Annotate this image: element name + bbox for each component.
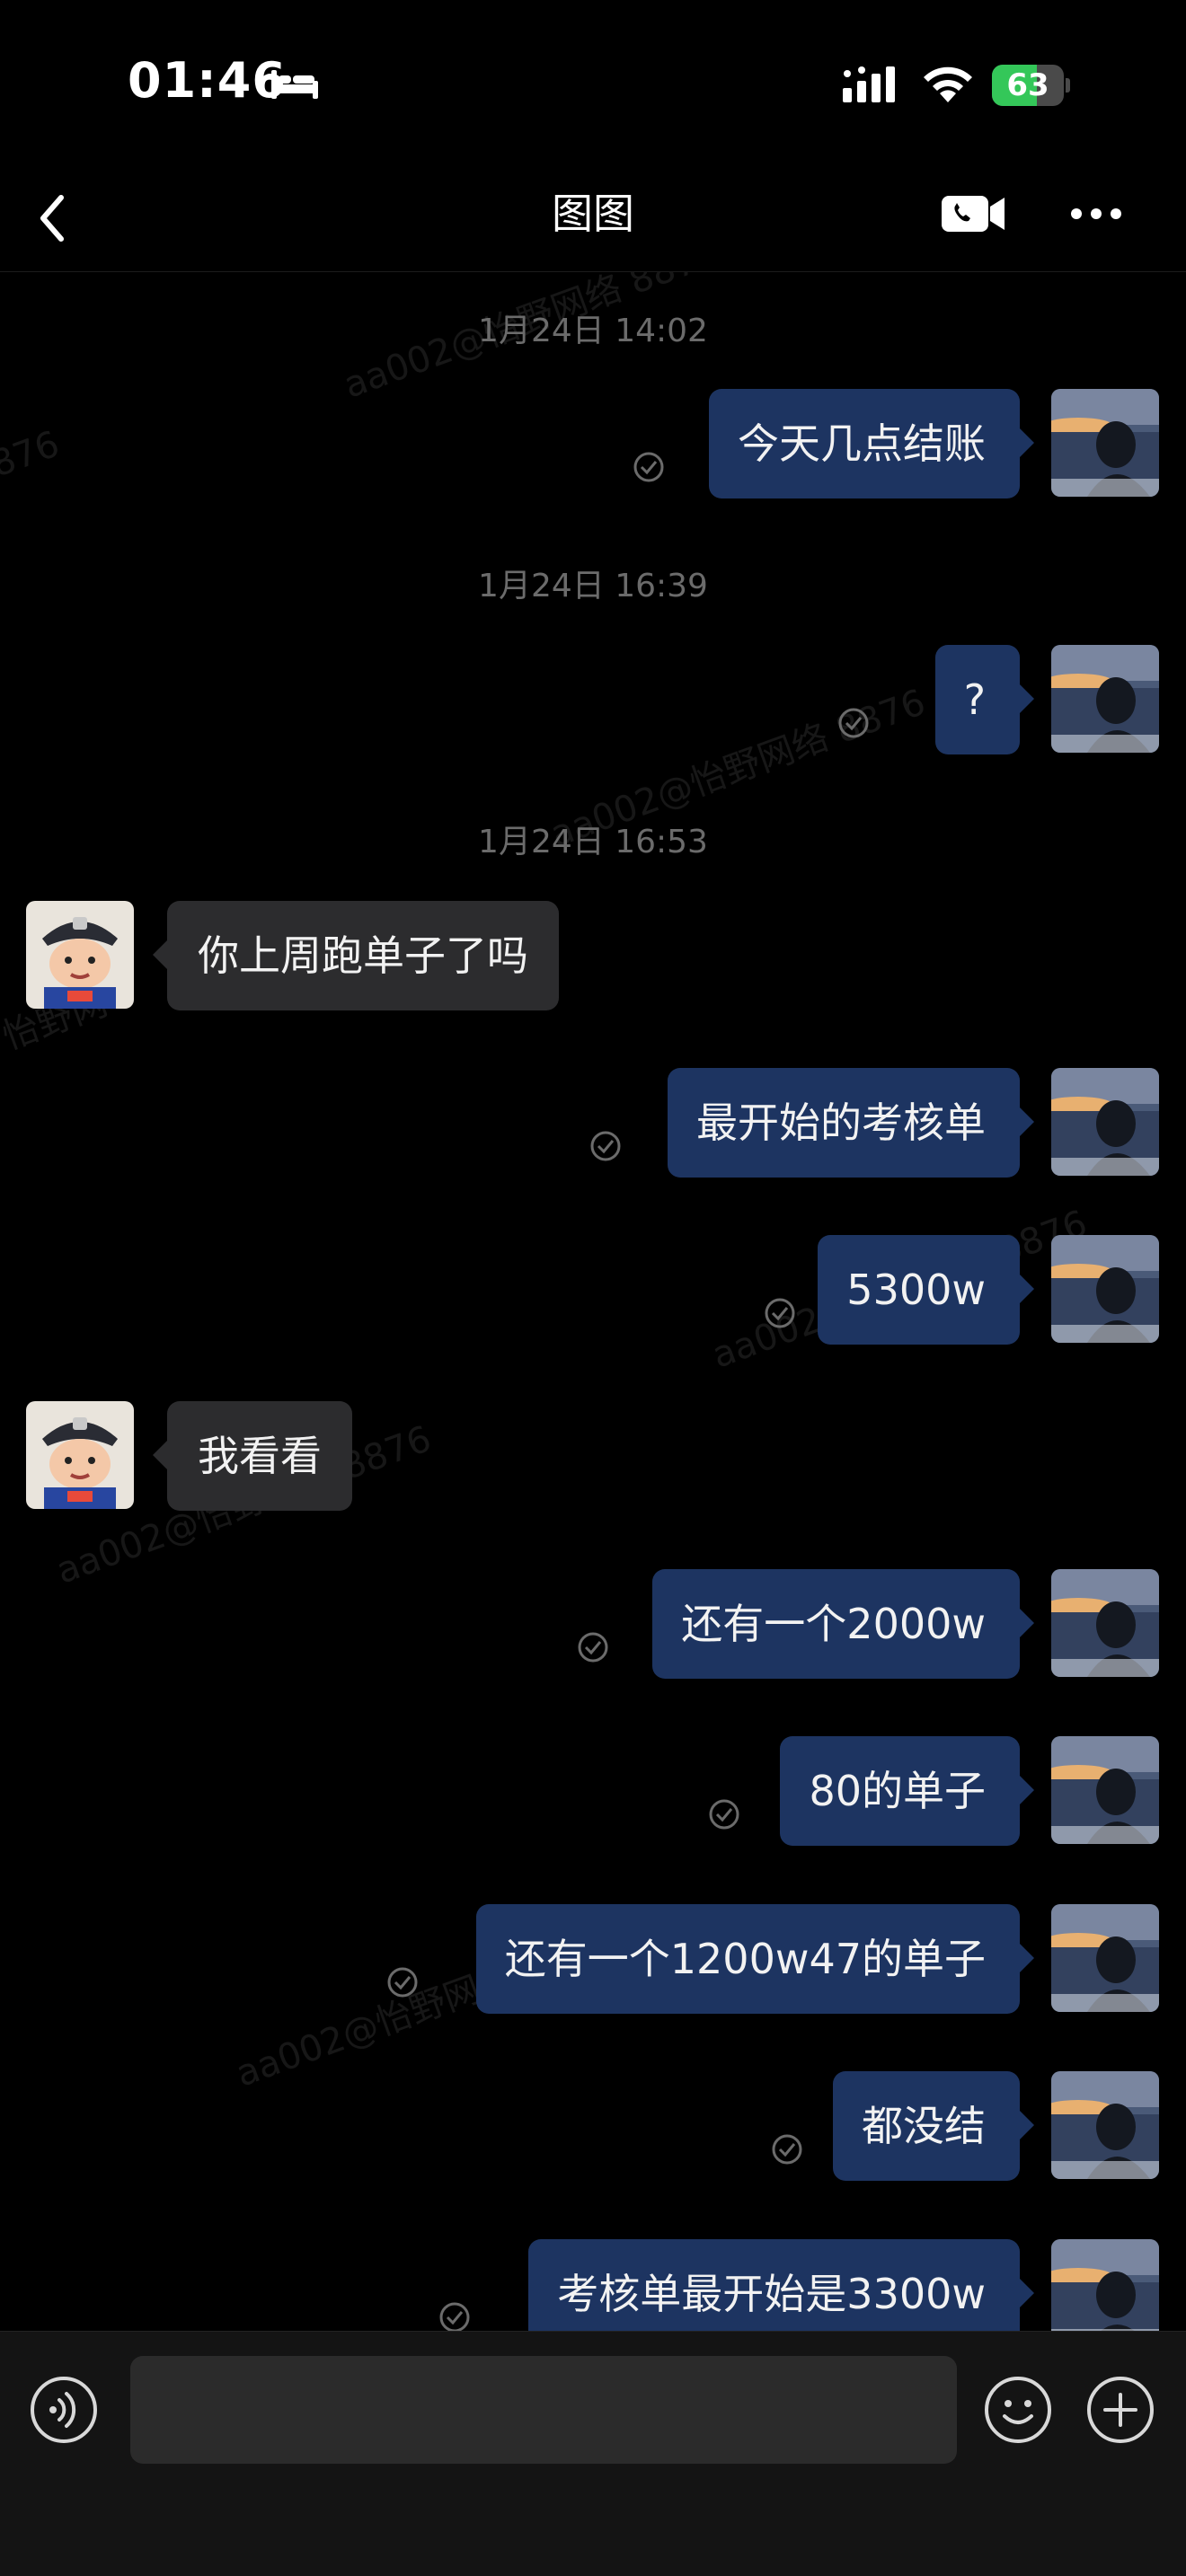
avatar-me[interactable] [1051, 1569, 1159, 1677]
bed-icon [271, 70, 318, 99]
chat-header: 图图 [0, 171, 1186, 272]
signal-icon [843, 66, 895, 102]
message-bubble-sent[interactable]: 还有一个1200w47的单子 [475, 1904, 1035, 2014]
read-receipt-icon [633, 452, 664, 482]
battery-charging-icon: 63 [992, 65, 1070, 106]
sunset-avatar-icon [1051, 645, 1159, 753]
read-receipt-icon [590, 1131, 621, 1161]
timestamp: 1月24日 14:02 [478, 313, 708, 349]
timestamp: 1月24日 16:53 [478, 824, 708, 860]
back-icon[interactable] [31, 187, 84, 250]
timestamp: 1月24日 16:39 [478, 568, 708, 604]
message-bubble-sent[interactable]: 最开始的考核单 [668, 1068, 1034, 1178]
message-bubble-received[interactable]: 你上周跑单子了吗 [153, 901, 559, 1010]
sunset-avatar-icon [1051, 2071, 1159, 2179]
sunset-avatar-icon [1051, 1068, 1159, 1176]
sunset-avatar-icon [1051, 2239, 1159, 2331]
message-bubble-sent[interactable]: 考核单最开始是3300w [528, 2239, 1034, 2331]
avatar-other[interactable] [26, 901, 134, 1009]
read-receipt-icon [439, 2302, 470, 2331]
watermark: 876 [0, 423, 65, 486]
sunset-avatar-icon [1051, 389, 1159, 497]
sunset-avatar-icon [1051, 1736, 1159, 1844]
message-bubble-sent[interactable]: 今天几点结账 [709, 389, 1034, 498]
read-receipt-icon [772, 2134, 802, 2165]
read-receipt-icon [709, 1799, 739, 1830]
wifi-icon [924, 66, 972, 102]
avatar-me[interactable] [1051, 2071, 1159, 2179]
video-call-icon[interactable] [940, 190, 1006, 237]
avatar-me[interactable] [1051, 1068, 1159, 1176]
emoji-icon[interactable] [983, 2375, 1053, 2445]
avatar-me[interactable] [1051, 1904, 1159, 2012]
message-bubble-received[interactable]: 我看看 [153, 1401, 352, 1511]
message-list[interactable]: aa002@怡野网络 8876 876 aa002@怡野网络 8876 怡野网 … [0, 272, 1186, 2331]
read-receipt-icon [387, 1967, 418, 1998]
message-bubble-sent[interactable]: 都没结 [833, 2071, 1034, 2181]
read-receipt-icon [838, 708, 869, 738]
avatar-me[interactable] [1051, 2239, 1159, 2331]
read-receipt-icon [765, 1298, 795, 1328]
avatar-me[interactable] [1051, 645, 1159, 753]
police-cartoon-avatar-icon [26, 901, 134, 1009]
battery-percent: 63 [1006, 67, 1049, 103]
voice-icon[interactable] [29, 2375, 99, 2445]
status-bar: 01:46 63 [0, 0, 1186, 171]
avatar-me[interactable] [1051, 1736, 1159, 1844]
chat-title: 图图 [552, 190, 634, 238]
status-time: 01:46 [128, 52, 287, 109]
message-bubble-sent[interactable]: 还有一个2000w [652, 1569, 1034, 1679]
more-icon[interactable] [1069, 205, 1123, 223]
sunset-avatar-icon [1051, 1235, 1159, 1343]
avatar-me[interactable] [1051, 389, 1159, 497]
read-receipt-icon [578, 1632, 608, 1663]
message-bubble-sent[interactable]: 5300w [818, 1235, 1034, 1345]
plus-icon[interactable] [1085, 2375, 1155, 2445]
police-cartoon-avatar-icon [26, 1401, 134, 1509]
message-input[interactable] [130, 2356, 957, 2464]
sunset-avatar-icon [1051, 1569, 1159, 1677]
sunset-avatar-icon [1051, 1904, 1159, 2012]
avatar-me[interactable] [1051, 1235, 1159, 1343]
chat-screen: 01:46 63 图图 aa002@怡野网络 8876 876 aa002@怡野… [0, 0, 1186, 2576]
input-bar [0, 2331, 1186, 2576]
message-bubble-sent[interactable]: 80的单子 [780, 1736, 1034, 1846]
avatar-other[interactable] [26, 1401, 134, 1509]
message-bubble-sent[interactable]: ? [934, 645, 1035, 754]
